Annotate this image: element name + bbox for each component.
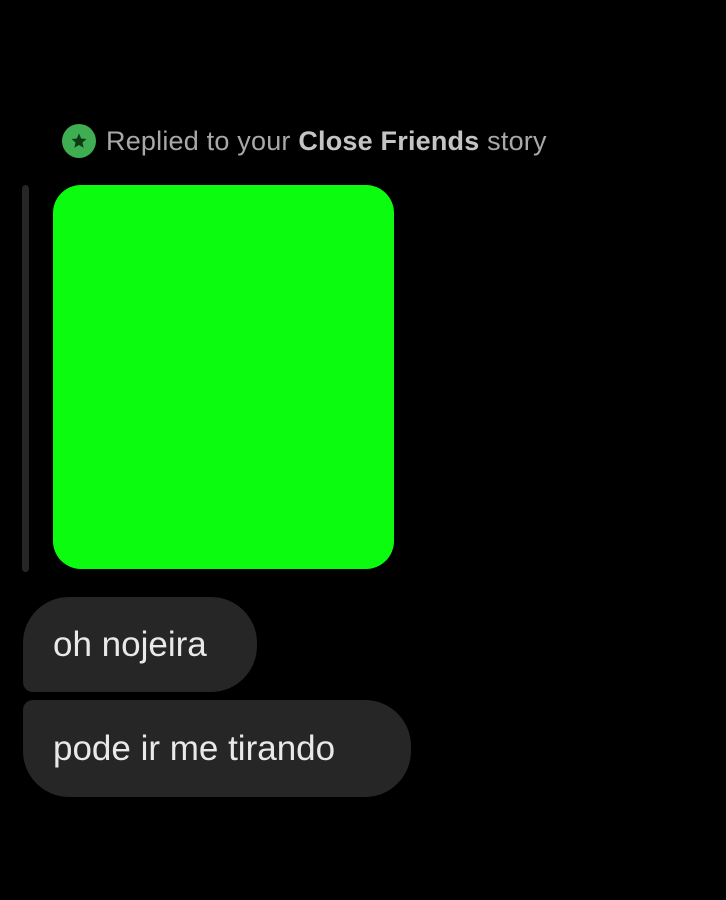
reply-quote-bar	[22, 185, 29, 572]
reply-label-suffix: story	[479, 125, 547, 156]
message-text: oh nojeira	[53, 624, 207, 664]
story-thumbnail[interactable]	[53, 185, 394, 569]
reply-label: Replied to your Close Friends story	[106, 126, 547, 157]
reply-label-prefix: Replied to your	[106, 125, 299, 156]
story-reply-header: Replied to your Close Friends story	[62, 124, 547, 158]
message-text: pode ir me tirando	[53, 728, 336, 768]
message-bubble[interactable]: pode ir me tirando	[23, 700, 411, 797]
message-bubble[interactable]: oh nojeira	[23, 597, 257, 692]
close-friends-label: Close Friends	[298, 125, 480, 156]
close-friends-star-icon	[62, 124, 96, 158]
